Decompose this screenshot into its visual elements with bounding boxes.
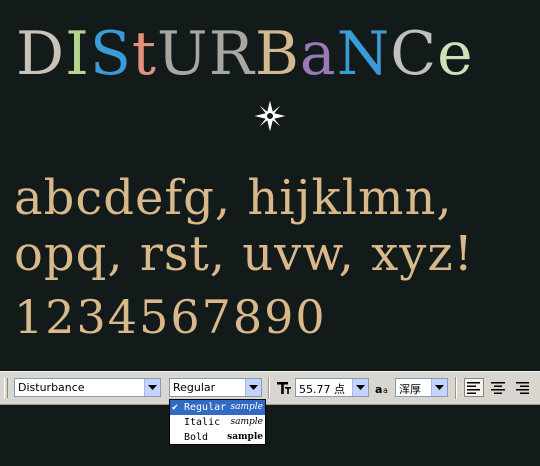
eight-point-star-icon <box>252 98 288 134</box>
antialias-value: 浑厚 <box>399 383 421 396</box>
style-option-sample: sample <box>230 417 263 427</box>
toolbar-separator <box>455 377 457 399</box>
font-size-value: 55.77 点 <box>299 383 345 396</box>
title-letter: I <box>65 19 90 89</box>
title-letter: U <box>157 19 209 89</box>
style-option-regular[interactable]: ✔ Regular sample <box>170 400 265 415</box>
title-letter: C <box>390 19 438 89</box>
font-size-select[interactable]: 55.77 点 <box>295 378 369 397</box>
style-option-italic[interactable]: Italic sample <box>170 415 265 430</box>
preview-canvas: DIStURBaNCe abcdefg, hijklmn, opq, rst, … <box>0 0 540 370</box>
font-style-menu: ✔ Regular sample Italic sample Bold samp… <box>169 399 266 445</box>
title-letter: a <box>299 19 337 89</box>
font-style-value: Regular <box>173 381 216 394</box>
chevron-down-icon[interactable] <box>144 379 160 396</box>
chevron-down-icon[interactable] <box>352 379 368 396</box>
align-center-icon <box>491 381 505 394</box>
sample-line-lowercase-2: opq, rst, uvw, xyz! <box>14 226 474 282</box>
font-size-T-icon <box>275 378 293 397</box>
title-letter: t <box>131 19 158 89</box>
font-family-select[interactable]: Disturbance <box>14 378 161 397</box>
align-right-icon <box>516 381 529 394</box>
style-option-label: Bold <box>184 432 209 443</box>
antialias-select[interactable]: 浑厚 <box>395 378 448 397</box>
style-option-sample: sample <box>230 402 263 412</box>
font-name-title: DIStURBaNCe <box>16 22 536 86</box>
checkmark-icon: ✔ <box>172 402 179 413</box>
toolbar-grip[interactable] <box>4 378 8 398</box>
sample-line-digits: 1234567890 <box>14 290 327 344</box>
align-left-icon <box>467 381 480 394</box>
toolbar-separator <box>268 377 270 399</box>
title-letter: e <box>437 19 474 89</box>
title-letter: D <box>16 19 66 89</box>
svg-text:a: a <box>375 383 382 395</box>
title-letter: R <box>208 19 255 89</box>
style-option-label: Italic <box>184 417 221 428</box>
chevron-down-icon[interactable] <box>245 379 261 396</box>
align-right-button[interactable] <box>512 378 532 397</box>
title-letter: S <box>89 19 132 89</box>
style-option-sample: sample <box>227 432 263 442</box>
title-letter: B <box>254 19 300 89</box>
title-letter: N <box>336 19 391 89</box>
font-style-select[interactable]: Regular <box>169 378 262 397</box>
align-center-button[interactable] <box>488 378 508 397</box>
align-left-button[interactable] <box>464 378 484 397</box>
chevron-down-icon[interactable] <box>431 379 447 396</box>
font-family-value: Disturbance <box>18 381 85 394</box>
aa-icon: a a <box>375 378 393 397</box>
character-toolbar: Disturbance Regular 55.77 点 a a 浑厚 <box>0 371 540 405</box>
sample-line-lowercase-1: abcdefg, hijklmn, <box>14 170 453 226</box>
style-option-label: Regular <box>184 402 227 413</box>
bottom-canvas-area <box>0 404 540 466</box>
svg-text:a: a <box>383 386 388 395</box>
style-option-bold[interactable]: Bold sample <box>170 430 265 445</box>
